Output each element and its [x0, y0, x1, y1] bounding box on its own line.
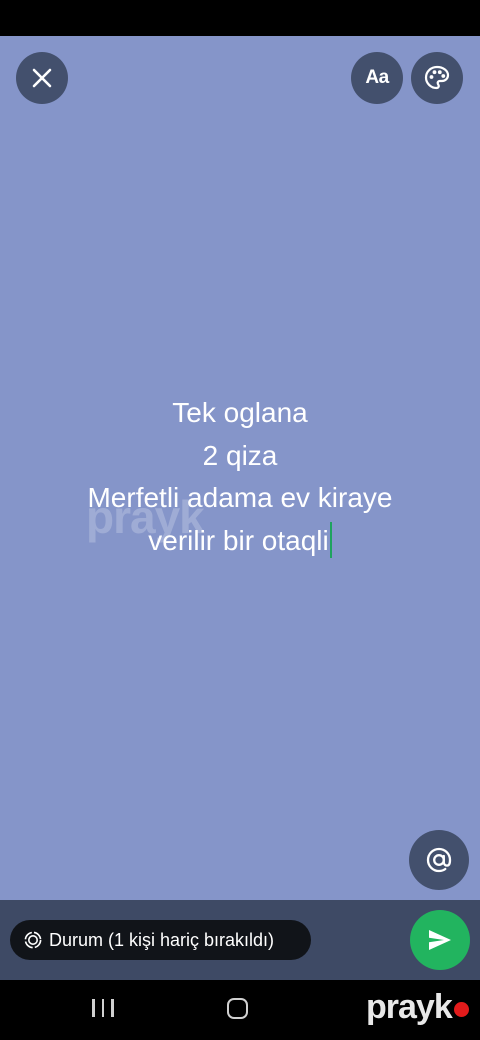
- status-compose-canvas[interactable]: Aa prayk Tek oglana 2 qiza Merfetli adam…: [0, 36, 480, 900]
- close-icon: [32, 68, 52, 88]
- watermark-logo: prayk: [366, 988, 469, 1027]
- status-text-line: 2 qiza: [202, 439, 278, 471]
- status-text-line: verilir bir otaqli: [148, 524, 329, 556]
- mention-button[interactable]: [409, 830, 469, 890]
- nav-home-button[interactable]: [227, 998, 248, 1019]
- compose-bottom-bar: Durum (1 kişi hariç bırakıldı): [0, 900, 480, 980]
- send-icon: [429, 930, 451, 950]
- status-text-line-last: verilir bir otaqli: [0, 520, 480, 563]
- audience-label: Durum (1 kişi hariç bırakıldı): [49, 929, 275, 950]
- font-button-label: Aa: [365, 67, 389, 88]
- close-button[interactable]: [16, 52, 68, 104]
- status-text-line: Merfetli adama ev kiraye: [87, 482, 393, 513]
- nav-recents-icon: [101, 999, 104, 1017]
- audience-privacy-chip[interactable]: Durum (1 kişi hariç bırakıldı): [10, 920, 311, 960]
- watermark-logo-text: prayk: [366, 988, 453, 1026]
- status-text-input[interactable]: Tek oglana 2 qiza Merfetli adama ev kira…: [0, 392, 480, 562]
- status-bar: [0, 0, 480, 36]
- nav-recents-icon: [92, 999, 95, 1017]
- system-navigation-bar: prayk: [0, 980, 480, 1040]
- nav-recents-button[interactable]: [92, 999, 114, 1017]
- palette-icon: [424, 65, 450, 90]
- text-caret: [329, 521, 332, 558]
- font-button[interactable]: Aa: [351, 52, 403, 104]
- watermark-logo-dot: [453, 1002, 469, 1017]
- status-icon: [24, 931, 42, 949]
- send-button[interactable]: [410, 910, 470, 970]
- status-text-line: Tek oglana: [172, 397, 308, 428]
- at-icon: [426, 847, 452, 873]
- nav-recents-icon: [111, 999, 114, 1017]
- color-palette-button[interactable]: [411, 52, 463, 104]
